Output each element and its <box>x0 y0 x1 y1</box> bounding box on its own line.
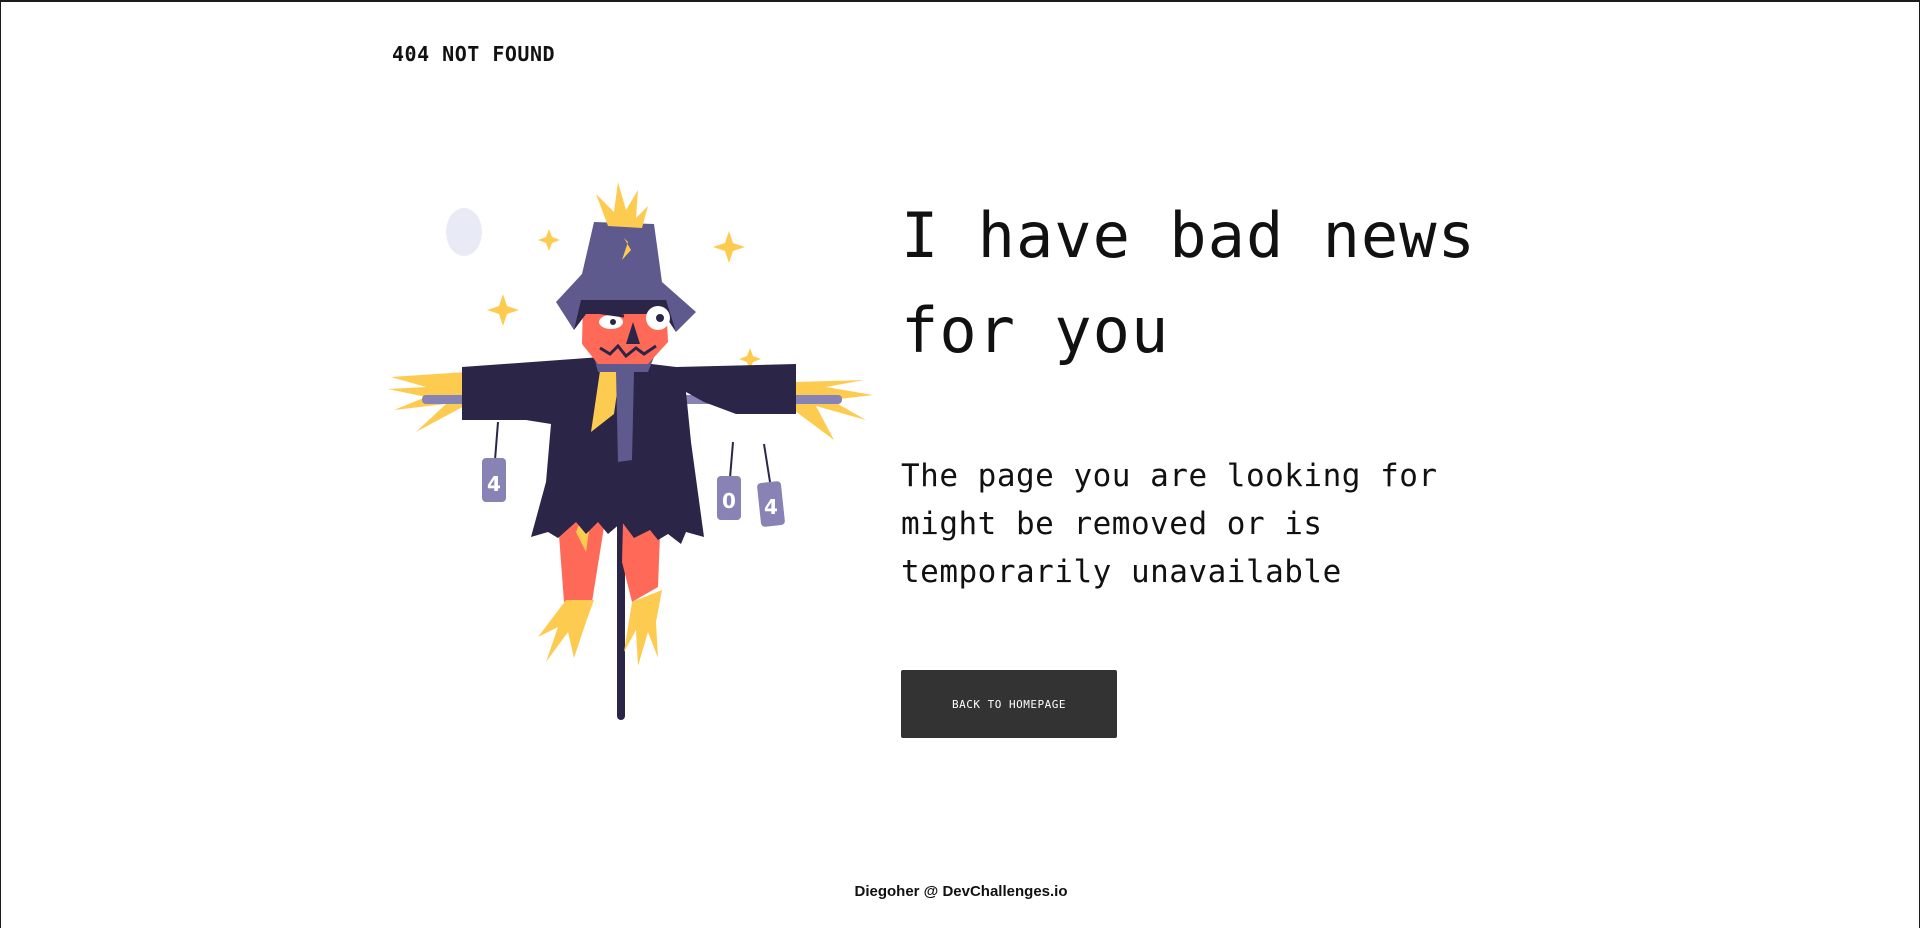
can-label-0: 0 <box>722 489 736 513</box>
sparkle-icon <box>713 231 745 263</box>
scarecrow-icon: 4 0 4 <box>388 182 873 720</box>
error-message: The page you are looking for might be re… <box>901 458 1438 590</box>
moon-icon <box>446 208 482 256</box>
headline: I have bad news for you <box>901 199 1476 367</box>
back-to-homepage-button[interactable]: BACK TO HOMEPAGE <box>901 670 1117 738</box>
scarecrow-illustration: 4 0 4 <box>386 182 876 742</box>
page: 404 NOT FOUND 4 0 4 I have bad news for … <box>0 0 1920 928</box>
can-label-4: 4 <box>487 472 501 496</box>
can-label-4b: 4 <box>764 495 778 519</box>
sparkle-icon <box>538 229 560 251</box>
footer-credit: Diegoher @ DevChallenges.io <box>854 883 1068 900</box>
sparkle-icon <box>487 294 519 326</box>
site-title: 404 NOT FOUND <box>392 42 556 66</box>
